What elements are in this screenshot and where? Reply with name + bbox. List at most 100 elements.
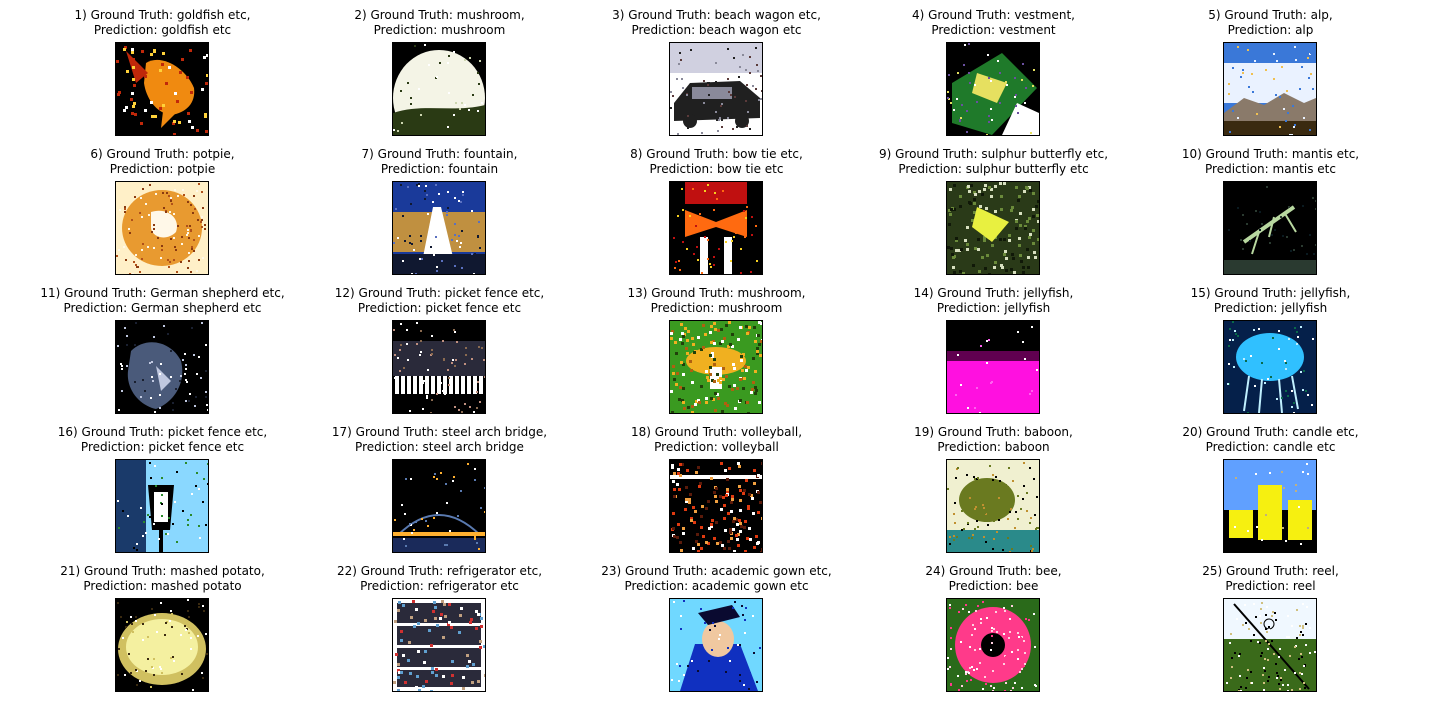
texture-pixel xyxy=(950,247,953,250)
thumbnail-image xyxy=(947,43,1039,135)
cell-caption: 24) Ground Truth: bee, Prediction: bee xyxy=(855,564,1132,594)
texture-pixel xyxy=(680,549,683,552)
texture-pixel xyxy=(678,63,680,65)
texture-pixel xyxy=(736,538,739,541)
texture-pixel xyxy=(682,527,685,530)
texture-pixel xyxy=(973,476,975,478)
texture-pixel xyxy=(991,635,993,637)
texture-pixel xyxy=(397,237,399,239)
texture-pixel xyxy=(479,640,482,643)
cell-caption: 23) Ground Truth: academic gown etc, Pred… xyxy=(578,564,855,594)
image-thumbnail xyxy=(946,181,1040,275)
texture-pixel xyxy=(679,541,682,544)
texture-pixel xyxy=(1037,200,1039,203)
texture-pixel xyxy=(121,365,123,367)
texture-pixel xyxy=(479,646,482,649)
texture-pixel xyxy=(135,669,137,671)
texture-pixel xyxy=(454,331,456,333)
texture-pixel xyxy=(1007,537,1009,539)
thumbnail-image xyxy=(1224,599,1316,691)
texture-pixel xyxy=(150,686,152,688)
texture-pixel xyxy=(1228,363,1230,365)
texture-pixel xyxy=(988,186,991,189)
texture-pixel xyxy=(173,120,176,123)
texture-pixel xyxy=(1031,550,1033,552)
texture-pixel xyxy=(993,266,996,269)
texture-pixel xyxy=(1032,192,1035,195)
texture-pixel xyxy=(1271,76,1273,78)
texture-pixel xyxy=(1307,57,1309,59)
texture-pixel xyxy=(704,190,706,192)
image-thumbnail xyxy=(115,42,209,136)
texture-pixel xyxy=(687,665,689,667)
grass xyxy=(1224,639,1316,691)
texture-pixel xyxy=(1261,223,1263,225)
texture-pixel xyxy=(752,95,754,97)
texture-pixel xyxy=(145,203,147,205)
texture-pixel xyxy=(131,92,134,95)
texture-pixel xyxy=(672,527,675,530)
texture-pixel xyxy=(458,200,460,202)
texture-pixel xyxy=(453,51,455,53)
texture-pixel xyxy=(999,238,1002,241)
texture-pixel xyxy=(1024,102,1026,104)
texture-pixel xyxy=(192,689,194,691)
texture-pixel xyxy=(406,132,408,134)
texture-pixel xyxy=(701,272,703,274)
texture-pixel xyxy=(677,133,679,135)
texture-pixel xyxy=(120,616,122,618)
texture-pixel xyxy=(447,207,449,209)
texture-pixel xyxy=(1026,492,1028,494)
texture-pixel xyxy=(747,412,750,413)
texture-pixel xyxy=(758,343,761,346)
fridge-shelf xyxy=(397,645,481,648)
texture-pixel xyxy=(969,497,971,499)
texture-pixel xyxy=(206,653,208,655)
image-thumbnail xyxy=(1223,598,1317,692)
texture-pixel xyxy=(1288,338,1290,340)
texture-pixel xyxy=(1312,197,1314,199)
texture-pixel xyxy=(681,188,683,190)
texture-pixel xyxy=(1237,117,1239,119)
texture-pixel xyxy=(713,264,715,266)
texture-pixel xyxy=(974,492,976,494)
texture-pixel xyxy=(130,98,133,101)
texture-pixel xyxy=(1238,655,1240,657)
cell-caption: 10) Ground Truth: mantis etc, Prediction:… xyxy=(1132,147,1409,177)
texture-pixel xyxy=(742,614,744,616)
texture-pixel xyxy=(738,519,741,522)
texture-pixel xyxy=(187,267,189,269)
texture-pixel xyxy=(1019,212,1022,215)
texture-pixel xyxy=(733,57,735,59)
texture-pixel xyxy=(682,209,684,211)
texture-pixel xyxy=(477,235,479,237)
texture-pixel xyxy=(155,213,157,215)
texture-pixel xyxy=(1301,673,1303,675)
texture-pixel xyxy=(670,390,673,393)
texture-pixel xyxy=(1299,88,1301,90)
texture-pixel xyxy=(198,606,200,608)
texture-pixel xyxy=(423,380,425,382)
image-thumbnail xyxy=(669,598,763,692)
texture-pixel xyxy=(1003,238,1006,241)
texture-pixel xyxy=(1303,665,1305,667)
texture-pixel xyxy=(760,98,762,100)
texture-pixel xyxy=(420,114,422,116)
texture-pixel xyxy=(721,119,723,121)
texture-pixel xyxy=(453,476,455,478)
ground-truth-label: 6) Ground Truth: potpie, xyxy=(90,147,235,161)
texture-pixel xyxy=(409,523,411,525)
texture-pixel xyxy=(730,537,733,540)
texture-pixel xyxy=(410,97,412,99)
texture-pixel xyxy=(422,408,424,410)
texture-pixel xyxy=(991,381,993,383)
texture-pixel xyxy=(759,354,762,357)
texture-pixel xyxy=(1037,220,1039,223)
texture-pixel xyxy=(393,681,396,684)
texture-pixel xyxy=(140,197,142,199)
texture-pixel xyxy=(1004,610,1006,612)
texture-pixel xyxy=(675,383,678,386)
texture-pixel xyxy=(984,676,986,678)
texture-pixel xyxy=(153,228,155,230)
texture-pixel xyxy=(181,243,183,245)
